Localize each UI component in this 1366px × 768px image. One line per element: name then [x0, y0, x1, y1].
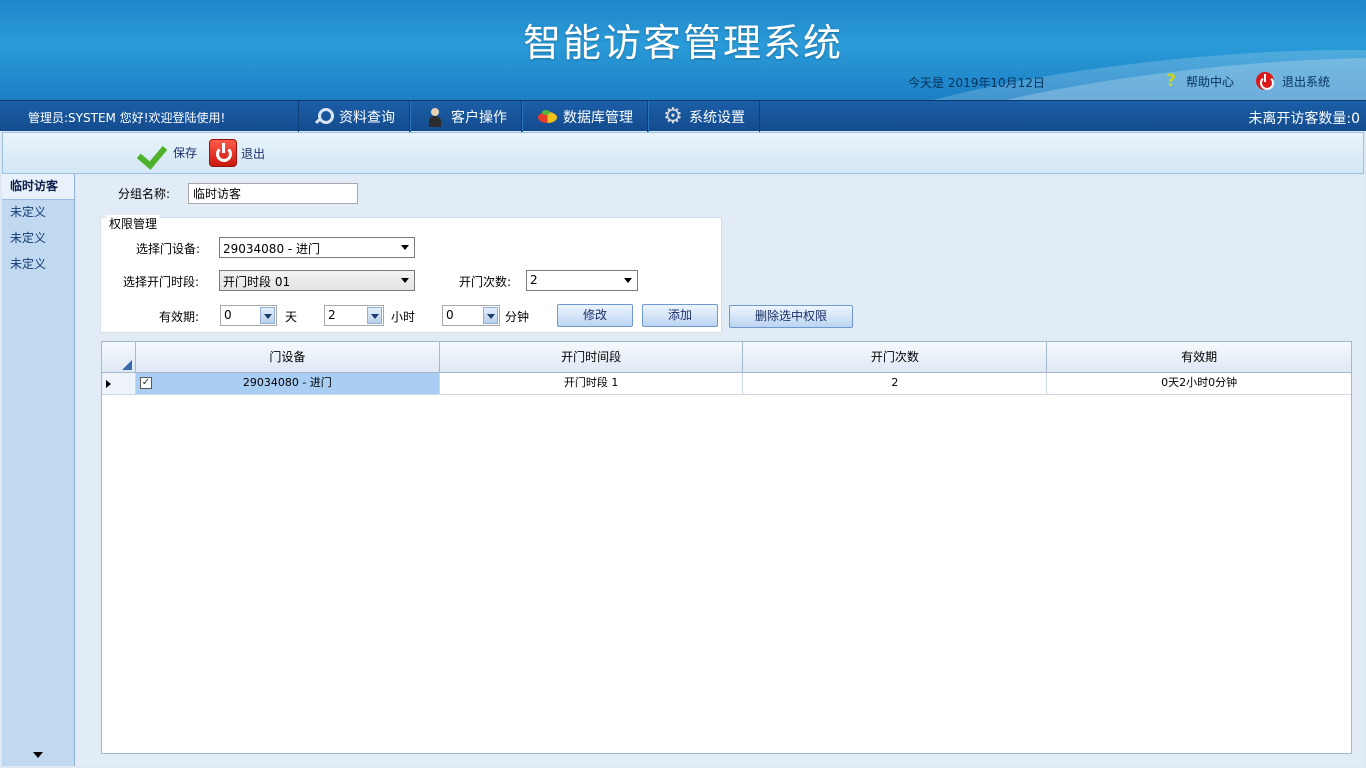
question-icon: ?	[1166, 71, 1176, 91]
minutes-spinner[interactable]: 0	[442, 305, 500, 326]
toolbar: 保存 退出	[2, 132, 1364, 174]
database-icon	[537, 107, 557, 127]
menu-item-data-query[interactable]: 资料查询	[298, 101, 410, 132]
menu-item-label: 系统设置	[689, 109, 745, 126]
column-header-period[interactable]: 开门时间段	[440, 342, 744, 373]
door-device-label: 选择门设备:	[136, 242, 201, 256]
group-name-input[interactable]	[188, 183, 358, 204]
column-header-times[interactable]: 开门次数	[743, 342, 1048, 373]
menu-item-database[interactable]: 数据库管理	[522, 101, 648, 132]
logout-link[interactable]: 退出系统	[1256, 72, 1330, 90]
gear-icon: ⚙	[663, 103, 683, 129]
add-button[interactable]: 添加	[642, 304, 718, 327]
select-all-corner[interactable]	[102, 342, 136, 373]
minutes-unit: 分钟	[505, 310, 530, 324]
main-menu: 资料查询 客户操作 数据库管理 ⚙ 系统设置	[298, 101, 760, 132]
days-value: 0	[224, 308, 232, 322]
door-cell-value: 29034080 - 进门	[242, 376, 332, 389]
modify-button[interactable]: 修改	[557, 304, 633, 327]
help-center-link[interactable]: ? 帮助中心	[1162, 72, 1234, 90]
save-button[interactable]: 保存	[137, 139, 197, 165]
sidebar-item-undefined[interactable]: 未定义	[2, 200, 74, 226]
grid-header: 门设备 开门时间段 开门次数 有效期	[102, 342, 1351, 373]
open-period-value: 开门时段 01	[223, 275, 291, 289]
save-label: 保存	[173, 145, 198, 160]
magnifier-icon	[313, 107, 334, 127]
hours-value: 2	[328, 308, 336, 322]
power-icon	[1256, 72, 1274, 90]
menu-item-label: 客户操作	[451, 109, 507, 126]
open-period-label: 选择开门时段:	[123, 275, 200, 289]
door-device-value: 29034080 - 进门	[223, 242, 321, 256]
row-checkbox[interactable]: ✓	[139, 377, 152, 389]
menu-item-label: 数据库管理	[563, 109, 633, 126]
hours-unit: 小时	[391, 310, 416, 324]
exit-button[interactable]: 退出	[209, 139, 265, 167]
minutes-value: 0	[446, 308, 454, 322]
permission-legend: 权限管理	[106, 215, 161, 232]
app-title: 智能访客管理系统	[522, 21, 843, 65]
current-date: 今天是 2019年10月12日	[908, 76, 1045, 90]
open-times-value: 2	[530, 273, 538, 287]
dropdown-arrow-icon[interactable]	[367, 307, 382, 324]
logout-label: 退出系统	[1282, 74, 1331, 89]
open-times-select[interactable]: 2	[526, 270, 638, 291]
delete-selected-button[interactable]: 删除选中权限	[729, 305, 853, 328]
sidebar-item-temp-visitor[interactable]: 临时访客	[2, 174, 74, 200]
admin-greeting: 管理员:SYSTEM 您好!欢迎登陆使用!	[28, 111, 226, 125]
days-unit: 天	[285, 310, 298, 324]
door-device-select[interactable]: 29034080 - 进门	[219, 237, 415, 258]
validity-label: 有效期:	[159, 310, 200, 324]
dropdown-arrow-icon[interactable]	[483, 307, 498, 324]
scroll-down-arrow-icon[interactable]	[33, 752, 43, 758]
door-cell[interactable]: ✓ 29034080 - 进门	[135, 373, 440, 394]
open-times-label: 开门次数:	[459, 275, 512, 289]
open-period-select[interactable]: 开门时段 01	[219, 270, 415, 291]
help-center-label: 帮助中心	[1186, 74, 1235, 89]
group-name-label: 分组名称:	[118, 187, 171, 201]
period-cell[interactable]: 开门时段 1	[440, 373, 744, 394]
nav-bar: 管理员:SYSTEM 您好!欢迎登陆使用! 资料查询 客户操作 数据库管理 ⚙ …	[0, 100, 1366, 132]
checkmark-icon	[137, 139, 169, 165]
table-row[interactable]: ✓ 29034080 - 进门 开门时段 1 2 0天2小时0分钟	[102, 373, 1351, 395]
menu-item-customer-ops[interactable]: 客户操作	[410, 101, 522, 132]
hours-spinner[interactable]: 2	[324, 305, 384, 326]
column-header-validity[interactable]: 有效期	[1047, 342, 1351, 373]
group-sidebar: 临时访客 未定义 未定义 未定义	[2, 174, 75, 766]
person-icon	[425, 107, 445, 127]
header-banner: 智能访客管理系统 今天是 2019年10月12日 ? 帮助中心 退出系统	[0, 0, 1366, 100]
main-content: 分组名称: 权限管理 选择门设备: 29034080 - 进门 选择开门时段: …	[76, 174, 1364, 766]
menu-item-label: 资料查询	[339, 109, 395, 126]
power-icon	[209, 139, 237, 167]
dropdown-arrow-icon[interactable]	[260, 307, 275, 324]
visitor-count: 未离开访客数量:0	[1248, 111, 1360, 127]
times-cell[interactable]: 2	[743, 373, 1048, 394]
menu-item-settings[interactable]: ⚙ 系统设置	[648, 101, 760, 132]
row-indicator-icon[interactable]	[102, 373, 136, 394]
exit-label: 退出	[241, 146, 266, 161]
permission-grid: 门设备 开门时间段 开门次数 有效期 ✓ 29034080 - 进门 开门时段 …	[101, 341, 1352, 754]
column-header-door[interactable]: 门设备	[136, 342, 440, 373]
sidebar-item-undefined[interactable]: 未定义	[2, 252, 74, 278]
days-spinner[interactable]: 0	[220, 305, 277, 326]
validity-cell[interactable]: 0天2小时0分钟	[1047, 373, 1351, 394]
sidebar-item-undefined[interactable]: 未定义	[2, 226, 74, 252]
